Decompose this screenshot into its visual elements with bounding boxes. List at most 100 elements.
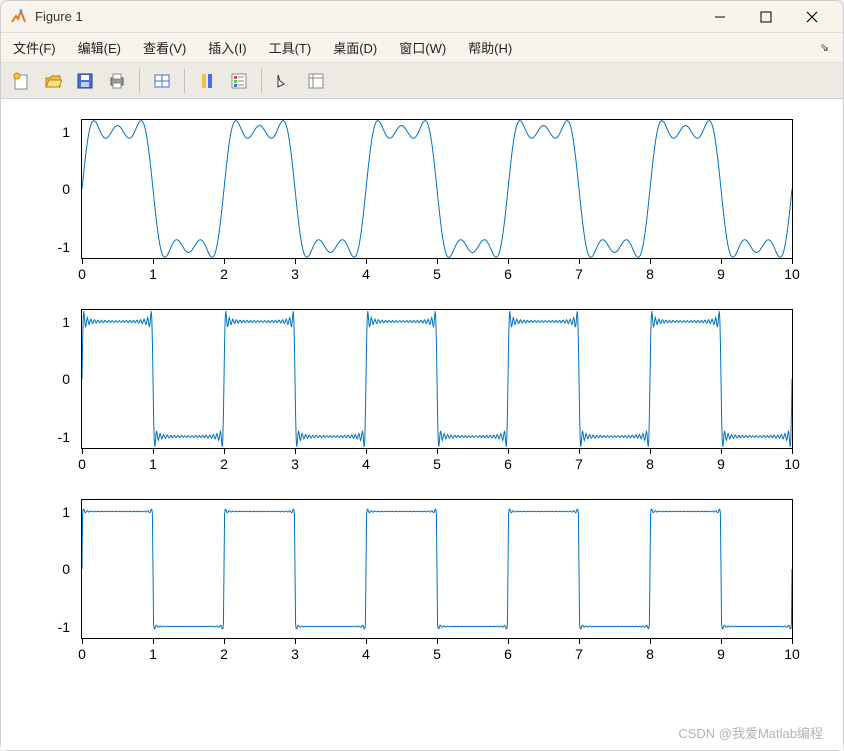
ytick-label: 0 [62, 371, 70, 387]
xtick [508, 638, 509, 644]
menu-view[interactable]: 查看(V) [139, 36, 190, 59]
xtick [366, 638, 367, 644]
xtick-label: 4 [362, 266, 370, 282]
figure-window: Figure 1 文件(F) 编辑(E) 查看(V) 插入(I) 工具(T) 桌… [0, 0, 844, 751]
xtick [650, 448, 651, 454]
xtick [508, 258, 509, 264]
axes-2: -101012345678910 [81, 309, 793, 449]
xtick [366, 258, 367, 264]
xtick [153, 258, 154, 264]
xtick-label: 5 [433, 456, 441, 472]
watermark-text: CSDN @我爱Matlab编程 [678, 723, 823, 742]
legend-button[interactable] [225, 67, 253, 95]
xtick [579, 448, 580, 454]
xtick [224, 448, 225, 454]
xtick-label: 5 [433, 266, 441, 282]
xtick-label: 7 [575, 646, 583, 662]
xtick-label: 7 [575, 266, 583, 282]
menu-edit[interactable]: 编辑(E) [74, 36, 125, 59]
xtick [153, 448, 154, 454]
save-button[interactable] [71, 67, 99, 95]
menu-file[interactable]: 文件(F) [9, 36, 60, 59]
xtick-label: 3 [291, 266, 299, 282]
xtick-label: 5 [433, 646, 441, 662]
menu-dropdown-icon[interactable]: ⇘ [820, 41, 835, 54]
maximize-button[interactable] [743, 2, 789, 32]
ytick-label: 0 [62, 561, 70, 577]
xtick-label: 6 [504, 456, 512, 472]
xtick-label: 9 [717, 646, 725, 662]
xtick-label: 4 [362, 646, 370, 662]
titlebar[interactable]: Figure 1 [1, 1, 843, 33]
xtick [508, 448, 509, 454]
line-series-2 [82, 310, 792, 448]
xtick-label: 6 [504, 266, 512, 282]
ytick-label: 0 [62, 181, 70, 197]
xtick-label: 2 [220, 266, 228, 282]
colorbar-button[interactable] [193, 67, 221, 95]
toolbar-separator [139, 69, 140, 93]
xtick-label: 1 [149, 456, 157, 472]
xtick-label: 3 [291, 456, 299, 472]
link-plot-button[interactable] [148, 67, 176, 95]
xtick [721, 448, 722, 454]
xtick [224, 638, 225, 644]
xtick [82, 448, 83, 454]
new-figure-button[interactable] [7, 67, 35, 95]
axes-3: -101012345678910 [81, 499, 793, 639]
xtick-label: 4 [362, 456, 370, 472]
ytick-label: 1 [62, 124, 70, 140]
xtick-label: 9 [717, 266, 725, 282]
xtick-label: 2 [220, 456, 228, 472]
xtick-label: 10 [784, 456, 800, 472]
xtick [792, 258, 793, 264]
xtick [721, 638, 722, 644]
menu-window[interactable]: 窗口(W) [395, 36, 450, 59]
xtick [295, 448, 296, 454]
toolbar [1, 63, 843, 99]
menu-desktop[interactable]: 桌面(D) [329, 36, 381, 59]
xtick-label: 1 [149, 266, 157, 282]
toolbar-separator [184, 69, 185, 93]
xtick [153, 638, 154, 644]
matlab-icon [9, 8, 27, 26]
subplot-2[interactable]: -101012345678910 [21, 309, 813, 449]
xtick [650, 638, 651, 644]
ytick-label: 1 [62, 314, 70, 330]
xtick [579, 258, 580, 264]
xtick-label: 0 [78, 646, 86, 662]
xtick-label: 8 [646, 266, 654, 282]
toolbar-separator [261, 69, 262, 93]
ytick-label: -1 [58, 619, 70, 635]
subplot-1[interactable]: -101012345678910 [21, 119, 813, 259]
xtick-label: 10 [784, 646, 800, 662]
menu-insert[interactable]: 插入(I) [204, 36, 250, 59]
open-button[interactable] [39, 67, 67, 95]
property-inspector-button[interactable] [302, 67, 330, 95]
xtick [224, 258, 225, 264]
xtick-label: 8 [646, 646, 654, 662]
edit-plot-button[interactable] [270, 67, 298, 95]
xtick [650, 258, 651, 264]
subplot-3[interactable]: -101012345678910 [21, 499, 813, 639]
xtick [437, 448, 438, 454]
xtick-label: 0 [78, 456, 86, 472]
xtick [295, 638, 296, 644]
plot-area: -101012345678910 -101012345678910 -10101… [1, 99, 843, 750]
line-series-1 [82, 120, 792, 258]
axes-1: -101012345678910 [81, 119, 793, 259]
xtick [366, 448, 367, 454]
menu-tools[interactable]: 工具(T) [265, 36, 316, 59]
xtick [437, 258, 438, 264]
line-series-3 [82, 500, 792, 638]
print-button[interactable] [103, 67, 131, 95]
xtick-label: 1 [149, 646, 157, 662]
xtick-label: 2 [220, 646, 228, 662]
xtick-label: 0 [78, 266, 86, 282]
minimize-button[interactable] [697, 2, 743, 32]
menu-help[interactable]: 帮助(H) [464, 36, 516, 59]
xtick [792, 638, 793, 644]
xtick [721, 258, 722, 264]
xtick [82, 258, 83, 264]
close-button[interactable] [789, 2, 835, 32]
